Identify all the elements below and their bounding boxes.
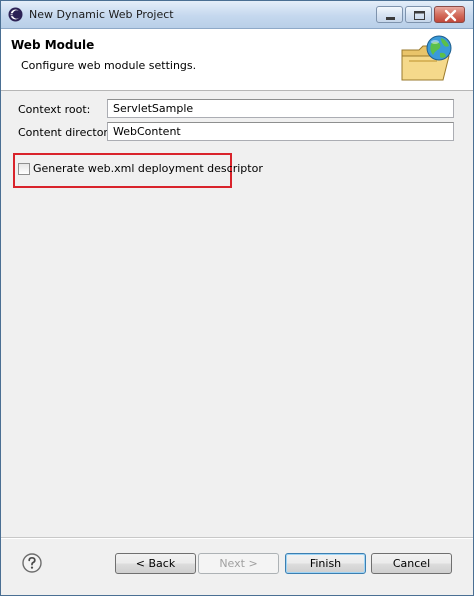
page-description: Configure web module settings.	[21, 59, 197, 72]
dialog-window: New Dynamic Web Project Web Module Confi…	[0, 0, 474, 596]
title-bar[interactable]: New Dynamic Web Project	[1, 1, 473, 29]
help-icon[interactable]	[22, 553, 42, 573]
next-button[interactable]: Next >	[198, 553, 279, 574]
footer-separator	[1, 537, 473, 539]
window-title: New Dynamic Web Project	[29, 8, 174, 21]
eclipse-icon	[8, 7, 23, 22]
context-root-input[interactable]: ServletSample	[107, 99, 454, 118]
page-title: Web Module	[11, 38, 95, 52]
generate-descriptor-checkbox[interactable]	[18, 163, 30, 175]
generate-descriptor-label[interactable]: Generate web.xml deployment descriptor	[33, 162, 263, 175]
wizard-banner: Web Module Configure web module settings…	[1, 29, 473, 91]
content-directory-label: Content directory:	[18, 126, 118, 139]
minimize-button[interactable]	[376, 6, 403, 23]
close-button[interactable]	[434, 6, 465, 23]
back-button[interactable]: < Back	[115, 553, 196, 574]
finish-button[interactable]: Finish	[285, 553, 366, 574]
folder-globe-icon	[401, 35, 452, 81]
cancel-button[interactable]: Cancel	[371, 553, 452, 574]
content-directory-input[interactable]: WebContent	[107, 122, 454, 141]
maximize-icon	[414, 11, 425, 20]
minimize-icon	[386, 17, 395, 20]
maximize-button[interactable]	[405, 6, 432, 23]
wizard-content: Context root: ServletSample Content dire…	[1, 91, 473, 536]
close-icon	[444, 9, 457, 22]
context-root-label: Context root:	[18, 103, 91, 116]
